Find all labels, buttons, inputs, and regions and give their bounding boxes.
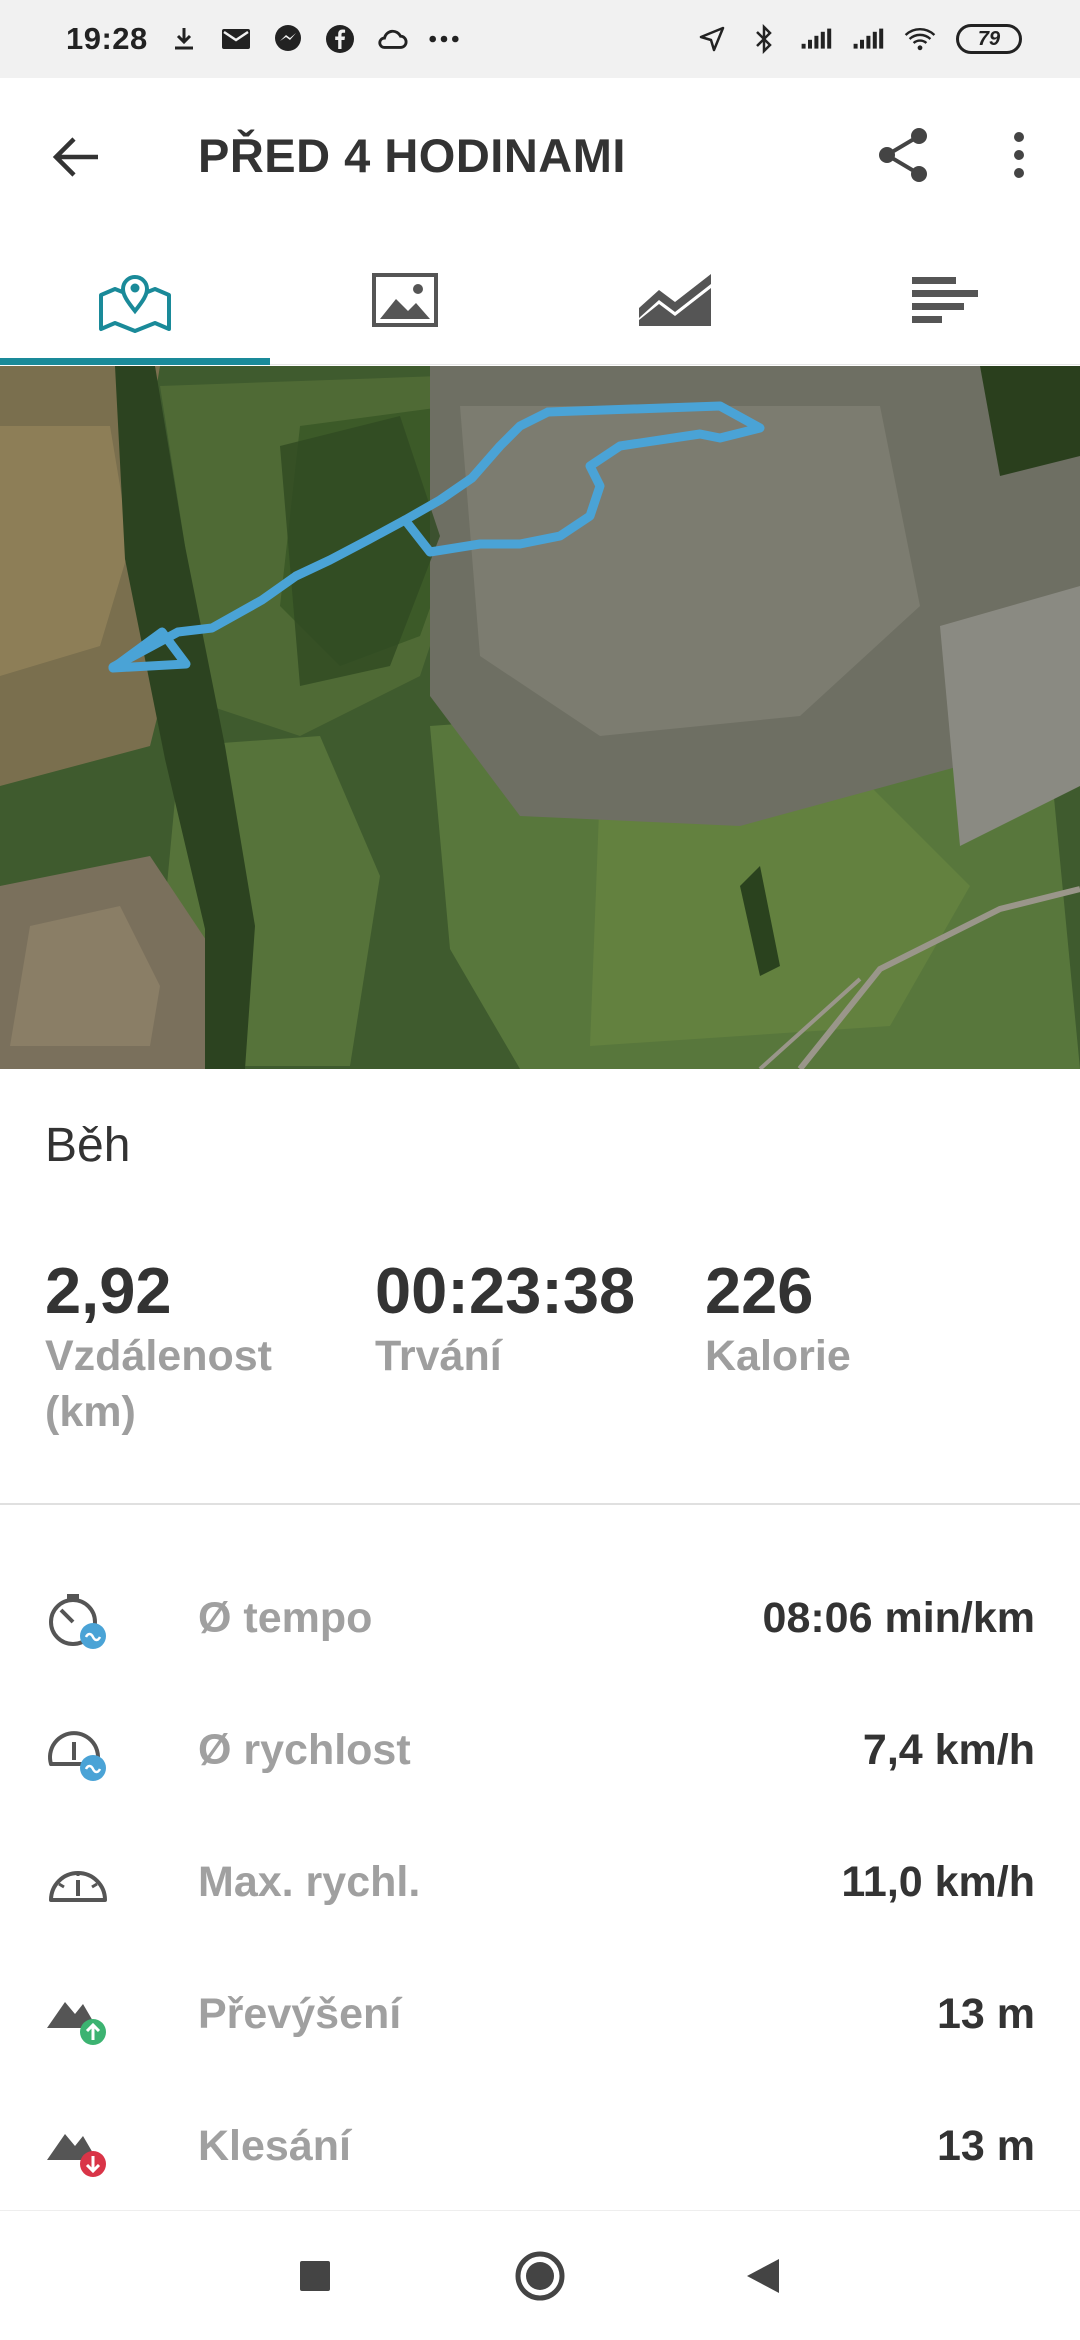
home-button[interactable] bbox=[505, 2241, 575, 2311]
metric-label: Ø tempo bbox=[198, 1594, 373, 1642]
arrow-back-icon bbox=[52, 137, 98, 177]
more-dots-icon bbox=[428, 23, 460, 55]
max-speed-icon bbox=[49, 1871, 107, 1902]
tab-chart[interactable] bbox=[540, 235, 810, 364]
stat-calories: 226 Kalorie bbox=[705, 1254, 1025, 1384]
back-button[interactable] bbox=[44, 124, 110, 190]
metric-value: 7,4 km/h bbox=[862, 1726, 1035, 1774]
divider bbox=[0, 1503, 1080, 1505]
metric-avg-pace: Ø tempo 08:06 min/km bbox=[0, 1552, 1080, 1684]
stat-label: Vzdálenost (km) bbox=[45, 1332, 272, 1436]
wifi-icon bbox=[904, 23, 936, 55]
activity-type: Běh bbox=[45, 1119, 131, 1172]
status-time: 19:28 bbox=[66, 21, 148, 56]
status-bar: 19:28 79 bbox=[0, 0, 1080, 78]
recents-button[interactable] bbox=[280, 2241, 350, 2311]
metric-value: 08:06 min/km bbox=[762, 1594, 1035, 1642]
metric-label: Max. rychl. bbox=[198, 1858, 421, 1906]
back-nav-button[interactable] bbox=[728, 2241, 798, 2311]
bluetooth-icon bbox=[748, 23, 780, 55]
chart-area-icon bbox=[639, 273, 711, 326]
metric-value: 13 m bbox=[936, 2122, 1035, 2170]
ascent-icon bbox=[47, 2002, 106, 2045]
share-icon bbox=[879, 128, 927, 182]
metric-descent: Klesání 13 m bbox=[0, 2080, 1080, 2212]
stat-value: 226 bbox=[705, 1254, 814, 1327]
app-bar: PŘED 4 HODINAMI bbox=[0, 78, 1080, 235]
stat-duration: 00:23:38 Trvání bbox=[375, 1254, 695, 1384]
metric-value: 13 m bbox=[936, 1990, 1035, 2038]
stat-label: Trvání bbox=[375, 1332, 502, 1380]
cloud-icon bbox=[376, 23, 408, 55]
image-icon bbox=[372, 272, 438, 327]
status-left: 19:28 bbox=[66, 21, 460, 57]
mail-icon bbox=[220, 23, 252, 55]
page-title: PŘED 4 HODINAMI bbox=[198, 129, 626, 182]
stat-label: Kalorie bbox=[705, 1332, 851, 1380]
metric-avg-speed: Ø rychlost 7,4 km/h bbox=[0, 1684, 1080, 1816]
metric-value: 11,0 km/h bbox=[841, 1858, 1035, 1906]
map-pin-icon bbox=[99, 274, 171, 333]
download-icon bbox=[168, 23, 200, 55]
metric-label: Klesání bbox=[198, 2122, 351, 2170]
descent-icon bbox=[47, 2134, 106, 2177]
share-button[interactable] bbox=[870, 122, 936, 188]
tab-bar bbox=[0, 235, 1080, 365]
route-markers bbox=[0, 366, 1080, 1069]
metric-label: Ø rychlost bbox=[198, 1726, 411, 1774]
messenger-icon bbox=[272, 23, 304, 55]
stat-distance: 2,92 Vzdálenost (km) bbox=[45, 1254, 365, 1440]
location-icon bbox=[696, 23, 728, 55]
more-options-button[interactable] bbox=[986, 122, 1052, 188]
route-map[interactable] bbox=[0, 366, 1080, 1069]
metric-ascent: Převýšení 13 m bbox=[0, 1948, 1080, 2080]
facebook-icon bbox=[324, 23, 356, 55]
tab-photos[interactable] bbox=[270, 235, 540, 364]
home-circle-icon bbox=[515, 2251, 565, 2301]
more-vert-icon bbox=[1014, 132, 1024, 178]
avg-speed-icon bbox=[48, 1731, 106, 1781]
back-triangle-icon bbox=[747, 2259, 779, 2293]
recents-square-icon bbox=[300, 2261, 330, 2291]
metric-max-speed: Max. rychl. 11,0 km/h bbox=[0, 1816, 1080, 1948]
stat-value: 2,92 bbox=[45, 1254, 172, 1327]
status-right: 79 bbox=[696, 23, 1022, 55]
avg-pace-icon bbox=[49, 1594, 106, 1649]
tab-map[interactable] bbox=[0, 235, 270, 365]
tab-details[interactable] bbox=[810, 235, 1080, 364]
signal-icon bbox=[852, 23, 884, 55]
metric-label: Převýšení bbox=[198, 1990, 402, 2038]
battery-indicator: 79 bbox=[956, 24, 1022, 54]
stat-value: 00:23:38 bbox=[375, 1254, 636, 1327]
system-nav-bar bbox=[0, 2210, 1080, 2340]
bars-icon bbox=[912, 276, 978, 323]
signal-icon bbox=[800, 23, 832, 55]
